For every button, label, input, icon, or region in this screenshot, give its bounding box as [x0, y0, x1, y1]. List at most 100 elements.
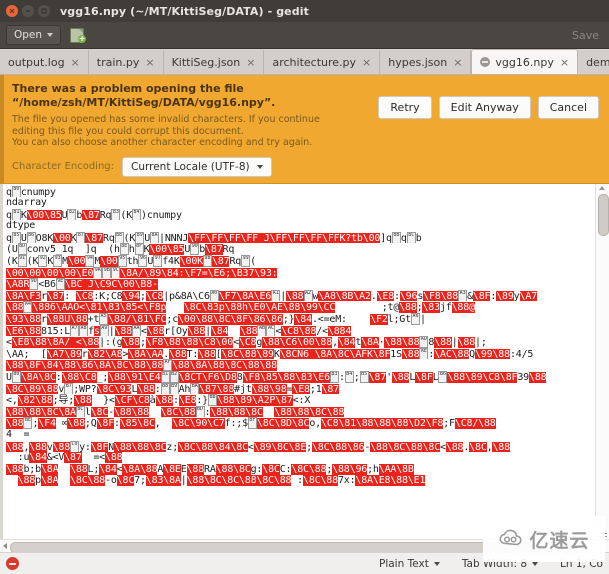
editor-line: \E6\88815:LA7 A8fsA9|\88AA<\88r[Oy\88|\84…: [6, 324, 595, 337]
control-char-glyph: 9A: [93, 266, 103, 279]
control-char-glyph: A7: [70, 324, 80, 337]
new-document-icon[interactable]: +: [69, 27, 87, 43]
control-char-glyph: B7: [64, 382, 74, 395]
invalid-char-run: \88\8C\8C\88\8C\88: [186, 475, 292, 487]
control-char-glyph: 93: [53, 255, 63, 267]
tab-close-icon[interactable]: ×: [453, 56, 462, 69]
invalid-char-run: \88: [6, 441, 24, 453]
invalid-char-run: \83\8A: [145, 475, 181, 487]
tab-train-py[interactable]: train.py ×: [88, 50, 164, 74]
scroll-up-arrow-icon[interactable]: [599, 185, 605, 190]
tab-close-icon[interactable]: ×: [71, 56, 80, 69]
invalid-char-run: \88U\88: [46, 314, 88, 325]
invalid-char-run: \C8\81\88\88\88\D2\F8: [320, 418, 444, 429]
invalid-char-run: \88: [286, 290, 304, 302]
editor-line: <\E8\88\8A/ <\88|:(g\88;\F8\88\88\C8\00<…: [6, 336, 595, 348]
invalid-char-run: \8F: [96, 418, 115, 429]
invalid-char-run: \8C\88\84\8C: [178, 441, 248, 453]
plain-text-run: :K;C8: [93, 290, 123, 302]
encoding-select[interactable]: Current Locale (UTF-8): [122, 156, 272, 177]
retry-button[interactable]: Retry: [378, 96, 432, 119]
tab-error-icon: [480, 57, 491, 67]
tab-output-log[interactable]: output.log ×: [0, 50, 89, 74]
invalid-char-run: \FF\FF\FF\FF J\FF\FF\FF\FFK?tb: [188, 232, 363, 244]
plain-text-run: |: [419, 314, 426, 325]
plain-text-run: Rq: [99, 209, 112, 221]
editor-line: 4 =: [6, 429, 595, 441]
file-open-error-infobar: There was a problem opening the file “/h…: [0, 75, 609, 184]
invalid-char-run: \F8\85\88\83\E6: [242, 372, 330, 383]
text-editor-content[interactable]: q80cnumpy ndarray q81K\00\85U82b\87Rq83(K8…: [3, 184, 595, 540]
scroll-left-arrow-icon[interactable]: [3, 543, 7, 549]
tab-close-icon[interactable]: ×: [560, 56, 569, 69]
tab-vgg16-npy[interactable]: vgg16.npy ×: [471, 49, 579, 74]
editor-line: \88A4\886\AAO<\81\83\85<\F8p \8C\83p\88h…: [6, 301, 595, 314]
tab-close-icon[interactable]: ×: [145, 56, 154, 69]
invalid-char-run: \C8\88: [281, 325, 317, 337]
control-char-glyph: 8A: [150, 231, 160, 244]
invalid-char-run: \88\88\8C: [114, 441, 167, 453]
plain-text-run: L;: [87, 463, 100, 475]
tab-demo-py[interactable]: demo.py×: [578, 50, 609, 74]
plain-text-run: ;}: [282, 314, 295, 325]
encoding-label: Character Encoding:: [12, 161, 115, 172]
invalid-char-run: \88\8F\84\88\86\8A\8C\88\88: [6, 360, 164, 371]
invalid-char-run: \A7\89: [46, 348, 82, 360]
control-char-glyph: A8: [79, 324, 89, 337]
tab-architecture-py[interactable]: architecture.py ×: [264, 50, 381, 74]
invalid-char-run: \8A\E8\88\E1: [355, 475, 426, 487]
window-title: vgg16.npy (~/MT/KittiSeg/DATA) - gedit: [60, 4, 309, 18]
invalid-char-run: \88: [6, 418, 24, 429]
tab-kittiseg-json[interactable]: KittiSeg.json ×: [163, 50, 265, 74]
editor-line: (U8Dconv5_1q ]q (h8Eh8FK\00\85U90b\87Rq: [6, 243, 595, 256]
control-char-glyph: 84: [132, 208, 142, 221]
open-button[interactable]: Open: [6, 25, 62, 45]
plain-text-run: ;: [139, 290, 146, 302]
control-char-glyph: A5: [99, 313, 109, 325]
editor-line: \88\8F\84\88\86\8A\8C\88\88AF\88\8A\88\8…: [6, 359, 595, 371]
invalid-char-run: \F7\8A\E6: [218, 290, 272, 302]
cancel-button[interactable]: Cancel: [537, 96, 599, 119]
control-char-glyph: BF: [247, 417, 257, 429]
encoding-select-value: Current Locale (UTF-8): [131, 160, 250, 173]
plain-text-run: \AA; [: [6, 348, 47, 360]
invalid-char-run: \8CT\F6\D8: [178, 372, 237, 383]
control-char-glyph: 92: [38, 255, 48, 267]
control-char-glyph: 91: [17, 255, 27, 267]
plain-text-run: :: [64, 290, 76, 302]
plain-text-run: [6, 475, 18, 486]
control-char-glyph: 98: [202, 255, 212, 267]
editor-line: \8C\89\88vB7;WP?\8C\93L\88:B8 B9AhBA\87\8…: [6, 382, 595, 395]
plain-text-run: ,: [154, 418, 173, 429]
control-char-glyph: 85: [11, 231, 21, 244]
close-icon[interactable]: [6, 5, 18, 17]
plain-text-run: :: [291, 475, 303, 487]
tab-hypes-json[interactable]: hypes.json ×: [380, 50, 472, 74]
invalid-char-run: \A8\8B\A2: [318, 290, 371, 302]
invalid-char-run: \88: [146, 325, 165, 337]
invalid-char-run: \87\88: [199, 383, 235, 395]
maximize-icon[interactable]: [38, 5, 50, 17]
plain-text-run: |NNNJ: [159, 232, 189, 244]
edit-anyway-button[interactable]: Edit Anyway: [438, 96, 531, 119]
plain-text-run: jf: [439, 302, 452, 314]
vertical-scrollbar-thumb[interactable]: [598, 193, 609, 236]
plain-text-run: ]q: [380, 232, 392, 244]
tab-close-icon[interactable]: ×: [362, 56, 371, 69]
vertical-scrollbar[interactable]: [595, 183, 609, 539]
plain-text-run: .<=eM:: [311, 314, 347, 325]
editor-line: \88,\88v\88C0y:\8FN\88\88\8Cz;\8C\88\84\…: [6, 440, 595, 453]
tab-close-icon[interactable]: ×: [246, 56, 255, 69]
editor-line: \93\88r\88U\88+tA5\88/\81\FC;c\00\88\8C\…: [6, 313, 595, 325]
invalid-char-run: \88/\81\FC: [108, 314, 167, 325]
invalid-char-run: \88\88\8C\88: [274, 406, 345, 418]
invalid-char-run: \8C\88: [160, 406, 196, 418]
minimize-icon[interactable]: [22, 5, 34, 17]
invalid-char-run: \8C\88: [303, 475, 338, 487]
save-button[interactable]: Save: [572, 29, 603, 42]
tab-label: KittiSeg.json: [171, 55, 241, 69]
language-selector[interactable]: Plain Text: [379, 558, 440, 570]
control-char-glyph: 8B: [391, 231, 401, 244]
plain-text-run: ;F: [443, 418, 455, 429]
control-char-glyph: B8: [160, 382, 170, 395]
